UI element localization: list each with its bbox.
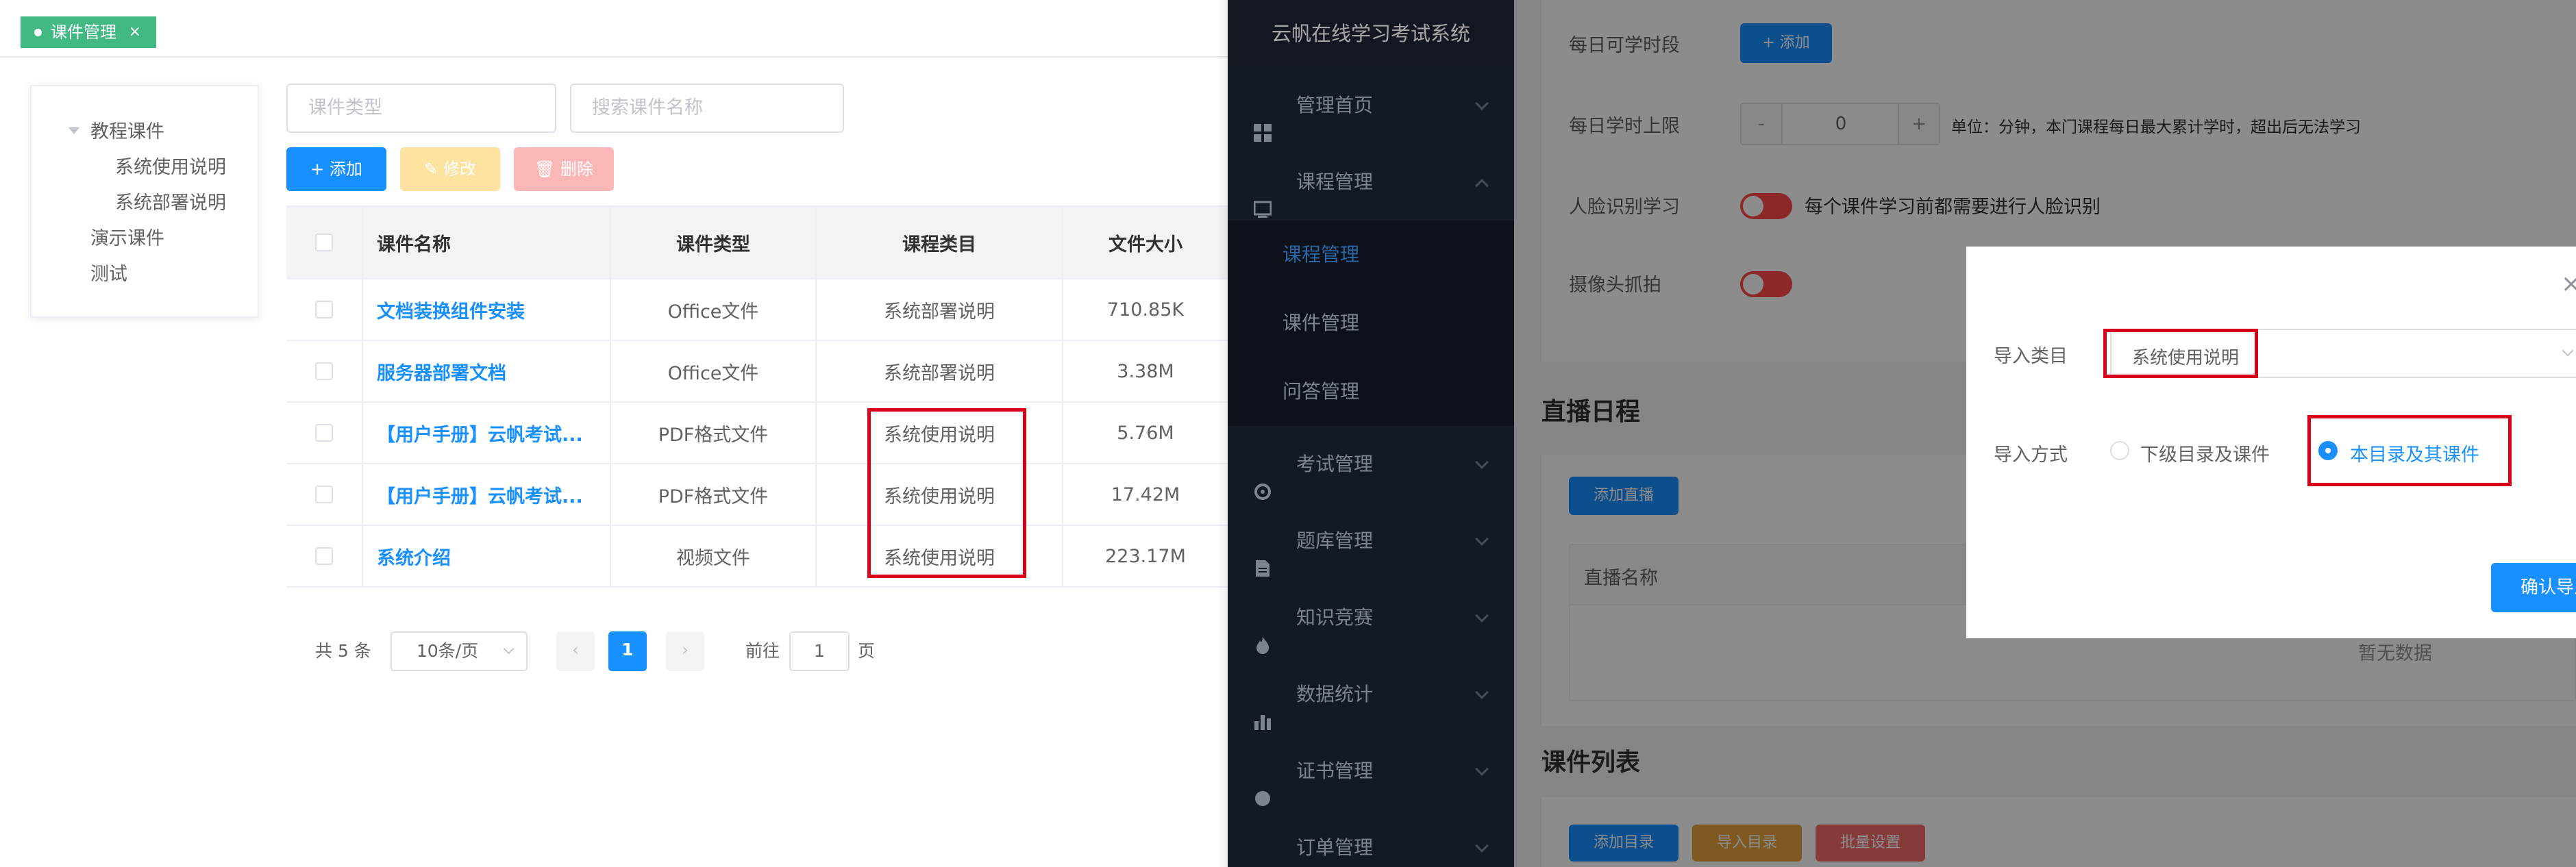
caret-down-icon[interactable] (69, 127, 79, 134)
name-cell: 文档装换组件安装 (362, 279, 610, 340)
header-size[interactable]: 文件大小 (1062, 207, 1228, 278)
prev-page-button[interactable]: ‹ (556, 631, 595, 671)
table-row: 文档装换组件安装 Office文件 系统部署说明 710.85K (286, 279, 1228, 341)
courseware-table: 课件名称 课件类型 课程类目 文件大小 文档装换组件安装 Office文件 系统部署… (286, 205, 1228, 588)
goto-suffix: 页 (858, 641, 876, 661)
row-checkbox[interactable] (315, 424, 333, 442)
category-tree: 教程课件 系统使用说明 系统部署说明 演示课件 测试 (30, 85, 259, 318)
courseware-name-link[interactable]: 系统介绍 (363, 543, 451, 570)
highlight-category-box (867, 408, 1026, 578)
highlight-category-value-box (2103, 329, 2258, 378)
row-checkbox[interactable] (315, 547, 333, 565)
courseware-type-select[interactable]: 课件类型 (286, 84, 556, 133)
select-all-cell (286, 207, 362, 278)
tree-node-sibling[interactable]: 演示课件 (90, 223, 164, 250)
name-cell: 【用户手册】云帆考试... (362, 464, 610, 525)
radio-sub-directory[interactable] (2110, 441, 2129, 460)
row-select-cell (286, 464, 362, 525)
name-cell: 系统介绍 (362, 526, 610, 586)
close-icon[interactable]: × (2561, 270, 2576, 298)
page-size-select[interactable]: 10条/页 (391, 631, 528, 671)
category-cell: 系统部署说明 (815, 279, 1062, 340)
sidebar-overlay (1228, 0, 1514, 867)
courseware-name-link[interactable]: 【用户手册】云帆考试... (363, 481, 583, 508)
table-row: 【用户手册】云帆考试... PDF格式文件 系统使用说明 5.76M (286, 403, 1228, 464)
tree-node-root[interactable]: 教程课件 (90, 116, 164, 143)
category-cell: 系统部署说明 (815, 341, 1062, 401)
type-cell: Office文件 (610, 279, 815, 340)
header-name[interactable]: 课件名称 (362, 207, 610, 278)
tab-active-dot (34, 29, 42, 36)
goto-prefix: 前往 (745, 641, 780, 661)
select-all-checkbox[interactable] (315, 234, 333, 251)
confirm-import-button[interactable]: 确认导入 (2491, 563, 2576, 612)
tree-node-child[interactable]: 系统使用说明 (115, 152, 226, 179)
tree-node-child[interactable]: 系统部署说明 (115, 188, 226, 214)
chevron-down-icon (503, 643, 515, 655)
name-cell: 【用户手册】云帆考试... (362, 403, 610, 463)
tab-label: 课件管理 (51, 23, 116, 42)
row-select-cell (286, 403, 362, 463)
tab-courseware-management[interactable]: 课件管理 × (21, 16, 156, 48)
name-cell: 服务器部署文档 (362, 341, 610, 401)
page-number-current[interactable]: 1 (608, 631, 647, 671)
next-page-button[interactable]: › (666, 631, 704, 671)
page-size-value: 10条/页 (417, 641, 479, 661)
size-cell: 223.17M (1062, 526, 1228, 586)
import-mode-label: 导入方式 (1994, 444, 2068, 466)
courseware-manager-pane: 课件管理 × 教程课件 系统使用说明 系统部署说明 演示课件 测试 课件类型 搜… (0, 0, 1230, 867)
courseware-name-link[interactable]: 【用户手册】云帆考试... (363, 420, 583, 447)
tab-bar: 课件管理 × (0, 0, 1228, 58)
course-settings-pane: 云帆在线学习考试系统 管理首页 课程管理 课程管理 课件管理 问答管理 考试管理 题库管理知… (1228, 0, 2576, 867)
search-courseware-input[interactable]: 搜索课件名称 (570, 84, 844, 133)
table-row: 系统介绍 视频文件 系统使用说明 223.17M (286, 526, 1228, 588)
size-cell: 3.38M (1062, 341, 1228, 401)
row-select-cell (286, 279, 362, 340)
row-checkbox[interactable] (315, 486, 333, 503)
tab-close-icon[interactable]: × (129, 16, 141, 48)
table-header-row: 课件名称 课件类型 课程类目 文件大小 (286, 207, 1228, 279)
table-row: 【用户手册】云帆考试... PDF格式文件 系统使用说明 17.42M (286, 464, 1228, 526)
option-sub-directory-label[interactable]: 下级目录及课件 (2140, 440, 2270, 466)
edit-button[interactable]: ✎ 修改 (400, 147, 500, 191)
row-select-cell (286, 526, 362, 586)
row-select-cell (286, 341, 362, 401)
pagination-total: 共 5 条 (315, 641, 371, 661)
row-checkbox[interactable] (315, 362, 333, 380)
courseware-name-link[interactable]: 服务器部署文档 (363, 358, 506, 385)
delete-button[interactable]: 🗑 删除 (514, 147, 614, 191)
row-checkbox[interactable] (315, 301, 333, 318)
highlight-import-mode-box (2307, 415, 2512, 486)
add-button[interactable]: + 添加 (286, 147, 386, 191)
header-type[interactable]: 课件类型 (610, 207, 815, 278)
goto-page-input[interactable]: 1 (789, 631, 850, 671)
header-category[interactable]: 课程类目 (815, 207, 1062, 278)
size-cell: 5.76M (1062, 403, 1228, 463)
size-cell: 710.85K (1062, 279, 1228, 340)
type-cell: 视频文件 (610, 526, 815, 586)
chevron-down-icon (2562, 344, 2574, 357)
import-dialog: × 导入类目 系统使用说明 导入方式 下级目录及课件 本目录及其课件 确认导入 (1966, 247, 2576, 638)
type-cell: PDF格式文件 (610, 403, 815, 463)
tree-node-sibling[interactable]: 测试 (90, 259, 127, 286)
size-cell: 17.42M (1062, 464, 1228, 525)
import-category-label: 导入类目 (1994, 346, 2068, 367)
type-cell: PDF格式文件 (610, 464, 815, 525)
courseware-name-link[interactable]: 文档装换组件安装 (363, 297, 525, 323)
type-cell: Office文件 (610, 341, 815, 401)
table-row: 服务器部署文档 Office文件 系统部署说明 3.38M (286, 341, 1228, 403)
